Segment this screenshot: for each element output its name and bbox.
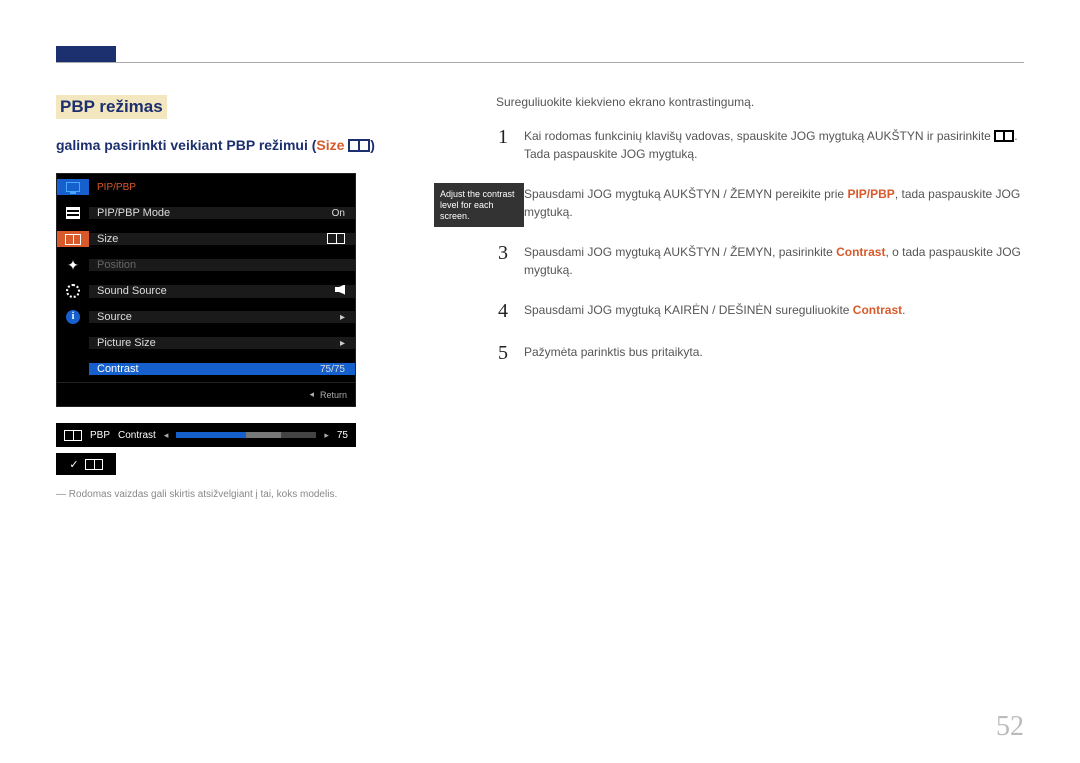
pip-icon: [65, 231, 81, 247]
osd-panel: PIP/PBP PIP/PBP ModeOn Size ✦ Position S…: [56, 173, 356, 407]
osd-position-label: Position: [97, 259, 345, 271]
step-number: 4: [496, 301, 510, 321]
subheading-size: Size: [316, 137, 344, 153]
intro-text: Sureguliuokite kiekvieno ekrano kontrast…: [496, 95, 1024, 109]
step-4b: .: [902, 303, 905, 317]
star-icon: ✦: [65, 257, 81, 273]
header-rule: [56, 62, 1024, 63]
subheading-suffix: ): [370, 137, 375, 153]
osd-size-label: Size: [97, 233, 327, 245]
osd-contrast-value: 75/75: [320, 364, 345, 375]
step-3-text: Spausdami JOG mygtuką AUKŠTYN / ŽEMYN, p…: [524, 243, 1024, 279]
osd-sound-label: Sound Source: [97, 285, 335, 297]
film-icon: [66, 207, 80, 219]
step-number: 3: [496, 243, 510, 279]
step-2a: Spausdami JOG mygtuką AUKŠTYN / ŽEMYN pe…: [524, 187, 847, 201]
gear-icon: [66, 284, 80, 298]
step-1-text: Kai rodomas funkcinių klavišų vadovas, s…: [524, 127, 1024, 163]
subheading-prefix: galima pasirinkti veikiant PBP režimui (: [56, 137, 316, 153]
header-tab: [56, 46, 116, 62]
chevron-right-icon: [340, 312, 345, 323]
step-4-highlight: Contrast: [853, 303, 902, 317]
osd-tooltip: Adjust the contrast level for each scree…: [434, 183, 524, 227]
osd-mode-value: On: [332, 208, 345, 219]
chevron-left-icon: ◂: [309, 389, 314, 400]
osd-source-label: Source: [97, 311, 340, 323]
speaker-icon: [335, 285, 345, 298]
step-3a: Spausdami JOG mygtuką AUKŠTYN / ŽEMYN, p…: [524, 245, 836, 259]
pbp-icon: [994, 130, 1014, 142]
info-icon: i: [65, 309, 81, 325]
slider-label: Contrast: [118, 430, 156, 441]
pbp-size-icon: [348, 139, 370, 152]
step-3-highlight: Contrast: [836, 245, 885, 259]
osd-picsize-label: Picture Size: [97, 337, 340, 349]
contrast-slider-bar: PBP Contrast ◂ ▸ 75: [56, 423, 356, 447]
step-5-text: Pažymėta parinktis bus pritaikyta.: [524, 343, 703, 363]
osd-footer: ◂ Return: [57, 382, 355, 406]
step-number: 5: [496, 343, 510, 363]
step-1a: Kai rodomas funkcinių klavišų vadovas, s…: [524, 129, 994, 143]
pbp-icon: [85, 459, 103, 470]
mini-toggle-bar: ✓: [56, 453, 116, 475]
step-2-highlight: PIP/PBP: [847, 187, 894, 201]
chevron-left-icon: ◂: [164, 430, 169, 441]
chevron-right-icon: [340, 338, 345, 349]
osd-contrast-label: Contrast: [97, 363, 320, 375]
section-heading: PBP režimas: [56, 95, 167, 119]
page-number: 52: [996, 711, 1024, 743]
slider-prefix: PBP: [90, 430, 110, 441]
step-2-text: Spausdami JOG mygtuką AUKŠTYN / ŽEMYN pe…: [524, 185, 1024, 221]
step-4-text: Spausdami JOG mygtuką KAIRĖN / DEŠINĖN s…: [524, 301, 905, 321]
section-subheading: galima pasirinkti veikiant PBP režimui (…: [56, 137, 466, 153]
osd-mode-label: PIP/PBP Mode: [97, 207, 332, 219]
osd-menu-title: PIP/PBP: [97, 182, 136, 193]
slider-track: [176, 432, 316, 438]
slider-value: 75: [337, 430, 348, 441]
footnote: Rodomas vaizdas gali skirtis atsižvelgia…: [56, 489, 466, 500]
monitor-icon: [65, 179, 81, 195]
osd-size-value: [327, 233, 345, 245]
step-4a: Spausdami JOG mygtuką KAIRĖN / DEŠINĖN s…: [524, 303, 853, 317]
chevron-down-icon: ✓: [69, 458, 78, 471]
osd-return: Return: [320, 390, 347, 400]
chevron-right-icon: ▸: [324, 430, 329, 441]
step-number: 1: [496, 127, 510, 163]
pbp-icon: [64, 430, 82, 441]
